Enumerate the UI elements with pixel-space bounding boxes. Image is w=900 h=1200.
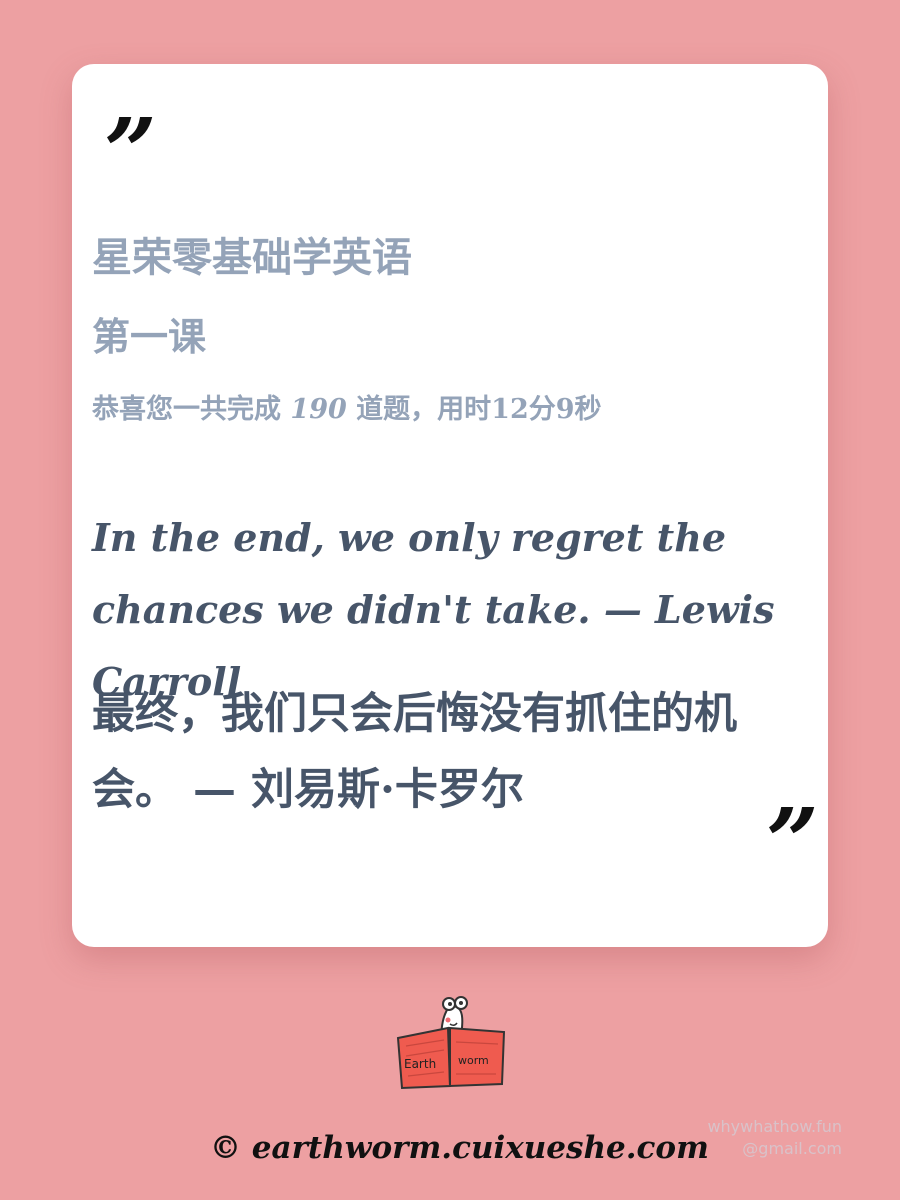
page: ” 星荣零基础学英语 第一课 恭喜您一共完成 190 道题，用时12分9秒 In… — [0, 0, 900, 1200]
close-quote-icon: ” — [766, 788, 819, 896]
lesson-title: 第一课 — [92, 314, 207, 359]
quote-chinese: 最终，我们只会后悔没有抓住的机会。 — 刘易斯·卡罗尔 — [92, 689, 737, 815]
stats-suffix: 道题，用时12分9秒 — [346, 394, 602, 425]
logo-text-left: Earth — [404, 1057, 436, 1071]
course-title: 星荣零基础学英语 — [92, 234, 412, 281]
copyright-footer: © earthworm.cuixueshe.com — [210, 1130, 709, 1166]
open-quote-icon: ” — [104, 98, 157, 206]
question-count: 190 — [290, 394, 347, 425]
earthworm-book-logo-icon: Earth worm — [390, 990, 514, 1094]
completion-stats: 恭喜您一共完成 190 道题，用时12分9秒 — [92, 394, 602, 426]
logo-text-right: worm — [458, 1054, 489, 1067]
quote-card: ” 星荣零基础学英语 第一课 恭喜您一共完成 190 道题，用时12分9秒 In… — [72, 64, 828, 947]
stats-prefix: 恭喜您一共完成 — [92, 394, 291, 425]
